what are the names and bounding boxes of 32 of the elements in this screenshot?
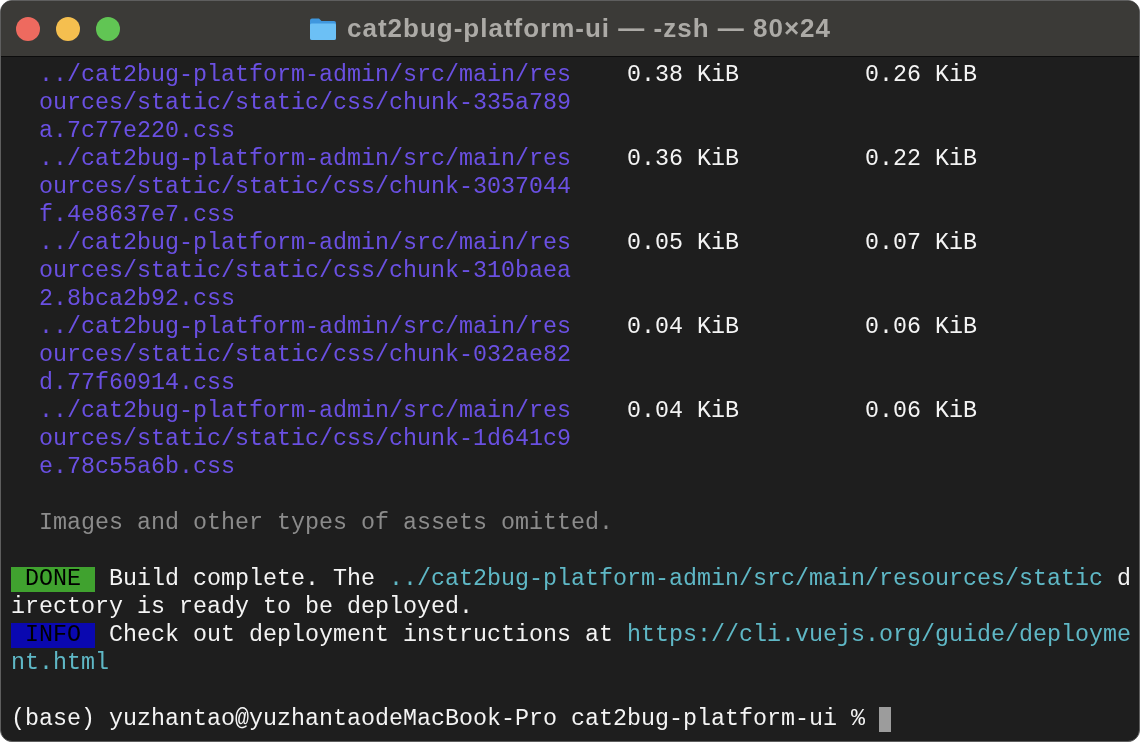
output-text: d bbox=[1116, 565, 1131, 593]
size-text: 0.07 KiB bbox=[864, 229, 977, 257]
close-button[interactable] bbox=[16, 16, 40, 41]
size-text: 0.36 KiB bbox=[626, 145, 739, 173]
output-text: Build complete. The bbox=[108, 565, 375, 593]
prompt-text: (base) yuzhantao@yuzhantaodeMacBook-Pro cat2bug-platform-ui % bbox=[11, 705, 865, 733]
link-text[interactable]: ../cat2bug-platform-admin/src/main/resources/static bbox=[388, 565, 1103, 593]
status-badge: DONE bbox=[11, 566, 95, 592]
size-text: 0.06 KiB bbox=[864, 397, 977, 425]
minimize-button[interactable] bbox=[56, 16, 80, 41]
text-cursor bbox=[878, 706, 891, 732]
size-text: 0.04 KiB bbox=[626, 313, 739, 341]
link-text[interactable]: https://cli.vuejs.org/guide/deployme bbox=[626, 621, 1131, 649]
file-path: ../cat2bug-platform-admin/src/main/resources/static/static/css/chunk-1d641c9e.78c55a6b.css bbox=[39, 397, 572, 481]
size-text: 0.22 KiB bbox=[864, 145, 977, 173]
output-text: Check out deployment instructions at bbox=[108, 621, 613, 649]
size-text: 0.04 KiB bbox=[626, 397, 739, 425]
output-text: irectory is ready to be deployed. bbox=[11, 593, 473, 621]
link-text[interactable]: nt.html bbox=[11, 649, 109, 677]
file-path: ../cat2bug-platform-admin/src/main/resources/static/static/css/chunk-310baea2.8bca2b92.css bbox=[39, 229, 572, 313]
note-text: Images and other types of assets omitted. bbox=[39, 509, 613, 537]
size-text: 0.05 KiB bbox=[626, 229, 739, 257]
size-text: 0.06 KiB bbox=[864, 313, 977, 341]
window-title: cat2bug-platform-ui — -zsh — 80×24 bbox=[347, 13, 831, 44]
maximize-button[interactable] bbox=[96, 16, 120, 41]
size-text: 0.38 KiB bbox=[626, 61, 739, 89]
folder-icon bbox=[309, 16, 337, 41]
status-badge: INFO bbox=[11, 622, 95, 648]
file-path: ../cat2bug-platform-admin/src/main/resources/static/static/css/chunk-3037044f.4e8637e7.css bbox=[39, 145, 572, 229]
file-path: ../cat2bug-platform-admin/src/main/resources/static/static/css/chunk-335a789a.7c77e220.css bbox=[39, 61, 572, 145]
file-path: ../cat2bug-platform-admin/src/main/resources/static/static/css/chunk-032ae82d.77f60914.css bbox=[39, 313, 572, 397]
size-text: 0.26 KiB bbox=[864, 61, 977, 89]
